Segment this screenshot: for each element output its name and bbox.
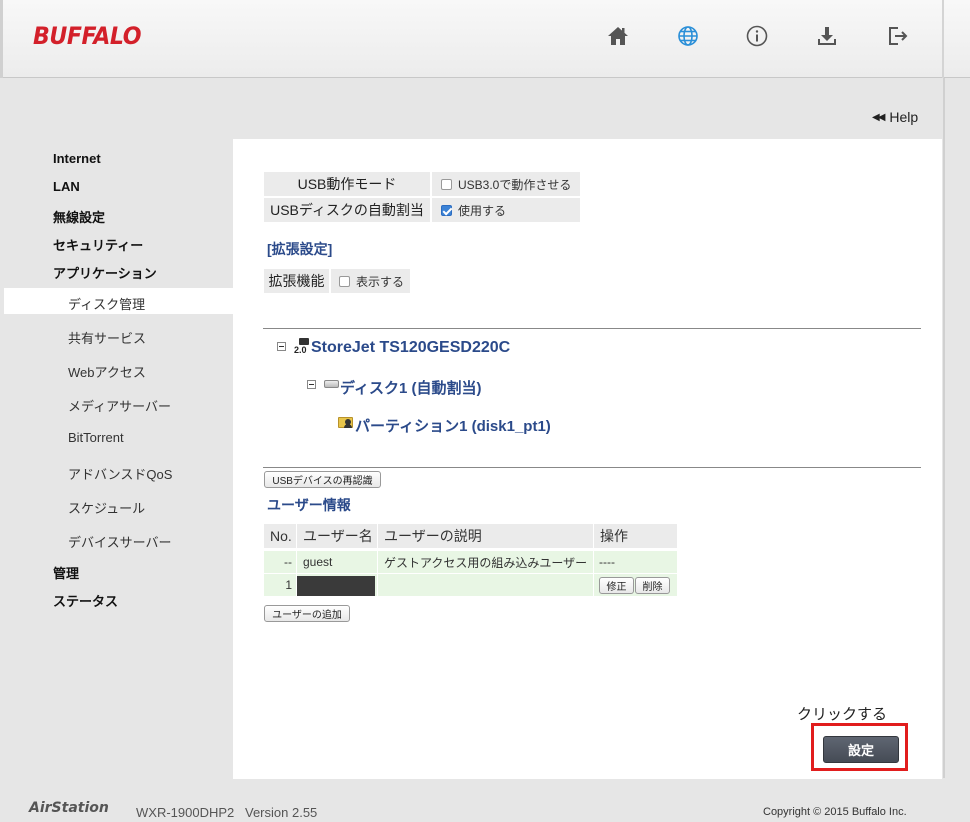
tree-partition[interactable]: パーティション1 (disk1_pt1) (355, 415, 551, 436)
sidebar-item-admin[interactable]: 管理 (53, 563, 79, 582)
tree-disk[interactable]: ディスク1 (自動割当) (340, 377, 481, 398)
usb3-option-label: USB3.0で動作させる (458, 177, 572, 192)
download-icon[interactable] (813, 22, 841, 50)
sidebar-item-web-access[interactable]: Webアクセス (68, 362, 146, 381)
header: BUFFALO (0, 0, 970, 78)
usb-device-icon: 2.0 (294, 338, 310, 356)
auto-assign-option-label: 使用する (458, 203, 507, 218)
firmware-version: Version 2.55 (245, 805, 318, 820)
usb3-checkbox[interactable] (441, 178, 452, 190)
model-name: WXR-1900DHP2 (136, 805, 235, 820)
tree-device[interactable]: StoreJet TS120GESD220C (311, 339, 510, 357)
usb-mode-option[interactable]: USB3.0で動作させる (432, 172, 580, 196)
help-label: Help (889, 109, 919, 125)
extension-checkbox[interactable] (339, 275, 350, 287)
main-panel (233, 139, 942, 779)
col-no: No. (264, 524, 296, 548)
help-link[interactable]: ◀◀ Help (872, 109, 918, 125)
edit-user-button[interactable]: 修正 (599, 577, 634, 594)
click-annotation: クリックする (797, 706, 888, 723)
divider (263, 467, 921, 468)
globe-icon[interactable] (674, 22, 702, 50)
delete-user-button[interactable]: 削除 (635, 577, 670, 594)
usb-mode-label: USB動作モード (264, 172, 430, 196)
sidebar-item-bittorrent[interactable]: BitTorrent (68, 430, 124, 445)
collapse-disk-icon[interactable] (307, 380, 316, 389)
add-user-button[interactable]: ユーザーの追加 (264, 605, 350, 622)
logout-icon[interactable] (883, 22, 911, 50)
sidebar-item-lan[interactable]: LAN (53, 179, 80, 194)
header-edge (0, 0, 3, 78)
airstation-logo: AirStation (29, 800, 109, 816)
sidebar-item-status[interactable]: ステータス (53, 591, 118, 610)
apply-button[interactable]: 設定 (823, 736, 899, 763)
user-row-guest-name: guest (297, 551, 377, 573)
user-row-guest-no: -- (264, 551, 296, 573)
auto-assign-checkbox[interactable] (441, 204, 452, 216)
advanced-settings-title: [拡張設定] (267, 241, 333, 257)
col-actions: 操作 (594, 524, 677, 548)
sidebar-item-security[interactable]: セキュリティー (53, 235, 143, 254)
user-row-1-description (378, 574, 593, 596)
sidebar-item-applications[interactable]: アプリケーション (53, 263, 157, 282)
header-edge (942, 0, 944, 78)
user-row-1-no: 1 (264, 574, 296, 596)
back-arrows-icon: ◀◀ (872, 111, 885, 123)
sidebar-item-device-server[interactable]: デバイスサーバー (68, 532, 171, 551)
usb-version-badge: 2.0 (294, 345, 307, 355)
collapse-device-icon[interactable] (277, 342, 286, 351)
user-row-guest-actions: ---- (594, 551, 677, 573)
sidebar-item-media-server[interactable]: メディアサーバー (68, 396, 171, 415)
user-info-title: ユーザー情報 (267, 497, 351, 513)
sidebar-item-shared-services[interactable]: 共有サービス (68, 328, 146, 347)
col-description: ユーザーの説明 (378, 524, 593, 548)
info-icon[interactable] (743, 22, 771, 50)
auto-assign-label: USBディスクの自動割当 (264, 198, 430, 222)
extension-option[interactable]: 表示する (331, 269, 410, 293)
buffalo-logo: BUFFALO (33, 22, 141, 50)
extension-label: 拡張機能 (264, 269, 329, 293)
home-icon[interactable] (604, 22, 632, 50)
divider (263, 328, 921, 329)
shared-folder-icon (338, 415, 354, 429)
sidebar-item-schedule[interactable]: スケジュール (68, 498, 145, 517)
disk-icon (324, 380, 339, 388)
extension-option-label: 表示する (356, 274, 405, 289)
usb-rescan-button[interactable]: USBデバイスの再認識 (264, 471, 381, 488)
sidebar-item-wireless[interactable]: 無線設定 (53, 207, 105, 226)
redacted-username (297, 576, 375, 596)
sidebar-item-advanced-qos[interactable]: アドバンスドQoS (68, 464, 172, 483)
auto-assign-option[interactable]: 使用する (432, 198, 580, 222)
user-row-guest-description: ゲストアクセス用の組み込みユーザー (378, 551, 593, 573)
sidebar-item-internet[interactable]: Internet (53, 151, 101, 166)
sidebar-item-disk-management[interactable]: ディスク管理 (68, 294, 145, 313)
page-edge (943, 78, 945, 778)
copyright: Copyright © 2015 Buffalo Inc. (763, 806, 907, 818)
col-username: ユーザー名 (297, 524, 377, 548)
